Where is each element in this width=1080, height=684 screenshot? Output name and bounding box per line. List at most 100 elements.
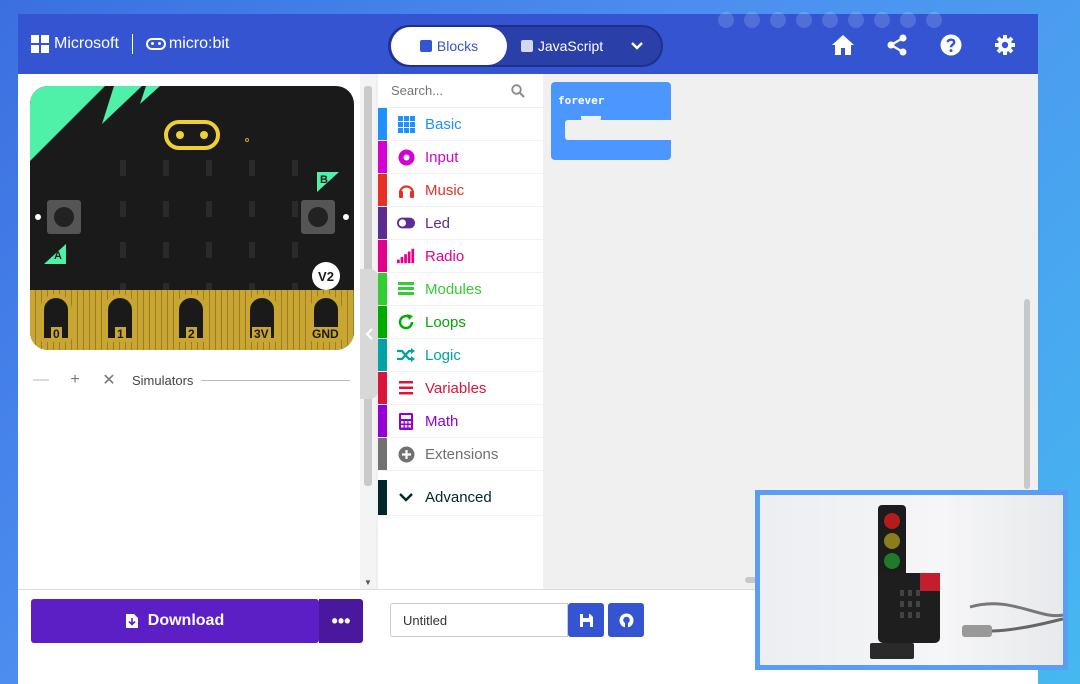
category-math[interactable]: Math: [378, 405, 543, 438]
category-color-bar: [378, 273, 387, 305]
led: [163, 160, 169, 176]
button-b-dot: [343, 214, 349, 220]
collapse-simulator-button[interactable]: [360, 269, 378, 399]
traffic-light-microbit-photo: [870, 505, 1063, 659]
led: [120, 160, 126, 176]
plus-button[interactable]: +: [64, 371, 86, 389]
touch-logo[interactable]: [164, 120, 220, 150]
button-a[interactable]: [47, 200, 81, 234]
category-advanced[interactable]: Advanced: [378, 480, 543, 516]
category-color-bar: [378, 405, 387, 437]
microsoft-label: Microsoft: [54, 35, 119, 52]
grid-icon: [397, 115, 415, 133]
category-radio[interactable]: Radio: [378, 240, 543, 273]
js-icon: [520, 40, 533, 52]
category-label: Loops: [425, 313, 466, 331]
category-loops[interactable]: Loops: [378, 306, 543, 339]
led: [292, 201, 298, 217]
category-variables[interactable]: Variables: [378, 372, 543, 405]
brand[interactable]: Microsoft micro:bit: [31, 34, 229, 54]
category-extensions[interactable]: Extensions: [378, 438, 543, 471]
board-corner-decoration: [30, 86, 105, 161]
toolbox-search: [378, 74, 543, 108]
category-label: Basic: [425, 115, 462, 133]
download-label: Download: [147, 612, 225, 629]
puzzle-icon: [419, 40, 432, 52]
led: [120, 242, 126, 258]
workspace-vertical-scrollbar[interactable]: [1024, 299, 1030, 489]
search-input[interactable]: [391, 83, 511, 98]
minus-button[interactable]: —: [30, 371, 52, 389]
save-button[interactable]: [568, 603, 604, 637]
share-button[interactable]: [884, 32, 910, 58]
scroll-down-icon[interactable]: ▼: [364, 578, 372, 587]
chevron-down-icon: [631, 42, 643, 50]
button-b[interactable]: [301, 200, 335, 234]
led: [120, 201, 126, 217]
button-b-label: B: [320, 174, 328, 186]
background-toolbar-ghost: [718, 12, 952, 28]
category-led[interactable]: Led: [378, 207, 543, 240]
category-color-bar: [378, 108, 387, 140]
target-icon: [397, 148, 415, 166]
category-label: Extensions: [425, 445, 499, 463]
webcam-overlay: [755, 490, 1068, 670]
block-notch: [581, 116, 601, 122]
category-color-bar: [378, 141, 387, 173]
category-logic[interactable]: Logic: [378, 339, 543, 372]
led: [249, 160, 255, 176]
settings-icon: [995, 35, 1015, 55]
pin-gnd-label: GND: [310, 327, 341, 341]
signal-bars-icon: [397, 247, 415, 265]
home-button[interactable]: [830, 32, 856, 58]
category-color-bar: [378, 240, 387, 272]
editor-toggle: Blocks JavaScript: [388, 25, 663, 67]
board-corner-decoration: [140, 86, 160, 104]
board-corner-decoration: [102, 86, 142, 124]
divider: [201, 379, 350, 381]
category-input[interactable]: Input: [378, 141, 543, 174]
help-button[interactable]: [938, 32, 964, 58]
category-label: Input: [425, 148, 459, 166]
forever-block[interactable]: forever: [551, 82, 671, 160]
pin-1-label: 1: [115, 327, 126, 341]
close-button[interactable]: ✕: [98, 370, 120, 390]
category-color-bar: [378, 174, 387, 206]
pin-0-label: 0: [51, 327, 62, 341]
tab-blocks-label: Blocks: [436, 38, 479, 54]
download-button[interactable]: Download: [31, 599, 319, 643]
category-basic[interactable]: Basic: [378, 108, 543, 141]
pin-2-label: 2: [186, 327, 197, 341]
led: [249, 242, 255, 258]
tab-javascript-label: JavaScript: [537, 38, 604, 54]
share-icon: [887, 34, 907, 56]
settings-button[interactable]: [992, 32, 1018, 58]
shuffle-icon: [397, 346, 415, 364]
category-modules[interactable]: Modules: [378, 273, 543, 306]
tab-blocks[interactable]: Blocks: [391, 27, 507, 65]
led: [249, 201, 255, 217]
more-options-button[interactable]: •••: [319, 599, 363, 643]
background-taskbar-ghost: [350, 652, 740, 668]
category-color-bar: [378, 339, 387, 371]
category-label: Music: [425, 181, 465, 199]
category-color-bar: [378, 207, 387, 239]
forever-block-label: forever: [558, 94, 605, 107]
microsoft-logo-icon: [31, 35, 49, 53]
project-name-input[interactable]: [390, 603, 568, 637]
tab-javascript[interactable]: JavaScript: [507, 27, 617, 65]
category-music[interactable]: Music: [378, 174, 543, 207]
category-label: Advanced: [425, 489, 492, 506]
search-icon[interactable]: [511, 83, 525, 98]
microbit-simulator: A B V2 0 1 2 3V GND: [30, 86, 354, 350]
category-label: Logic: [425, 346, 461, 364]
header-actions: [802, 32, 1018, 58]
github-button[interactable]: [608, 603, 644, 637]
category-color-bar: [378, 438, 387, 470]
plus-circle-icon: [397, 445, 415, 463]
category-color-bar: [378, 372, 387, 404]
version-badge: V2: [312, 262, 340, 290]
editor-dropdown-button[interactable]: [617, 27, 657, 65]
category-label: Modules: [425, 280, 482, 298]
category-label: Math: [425, 412, 459, 430]
